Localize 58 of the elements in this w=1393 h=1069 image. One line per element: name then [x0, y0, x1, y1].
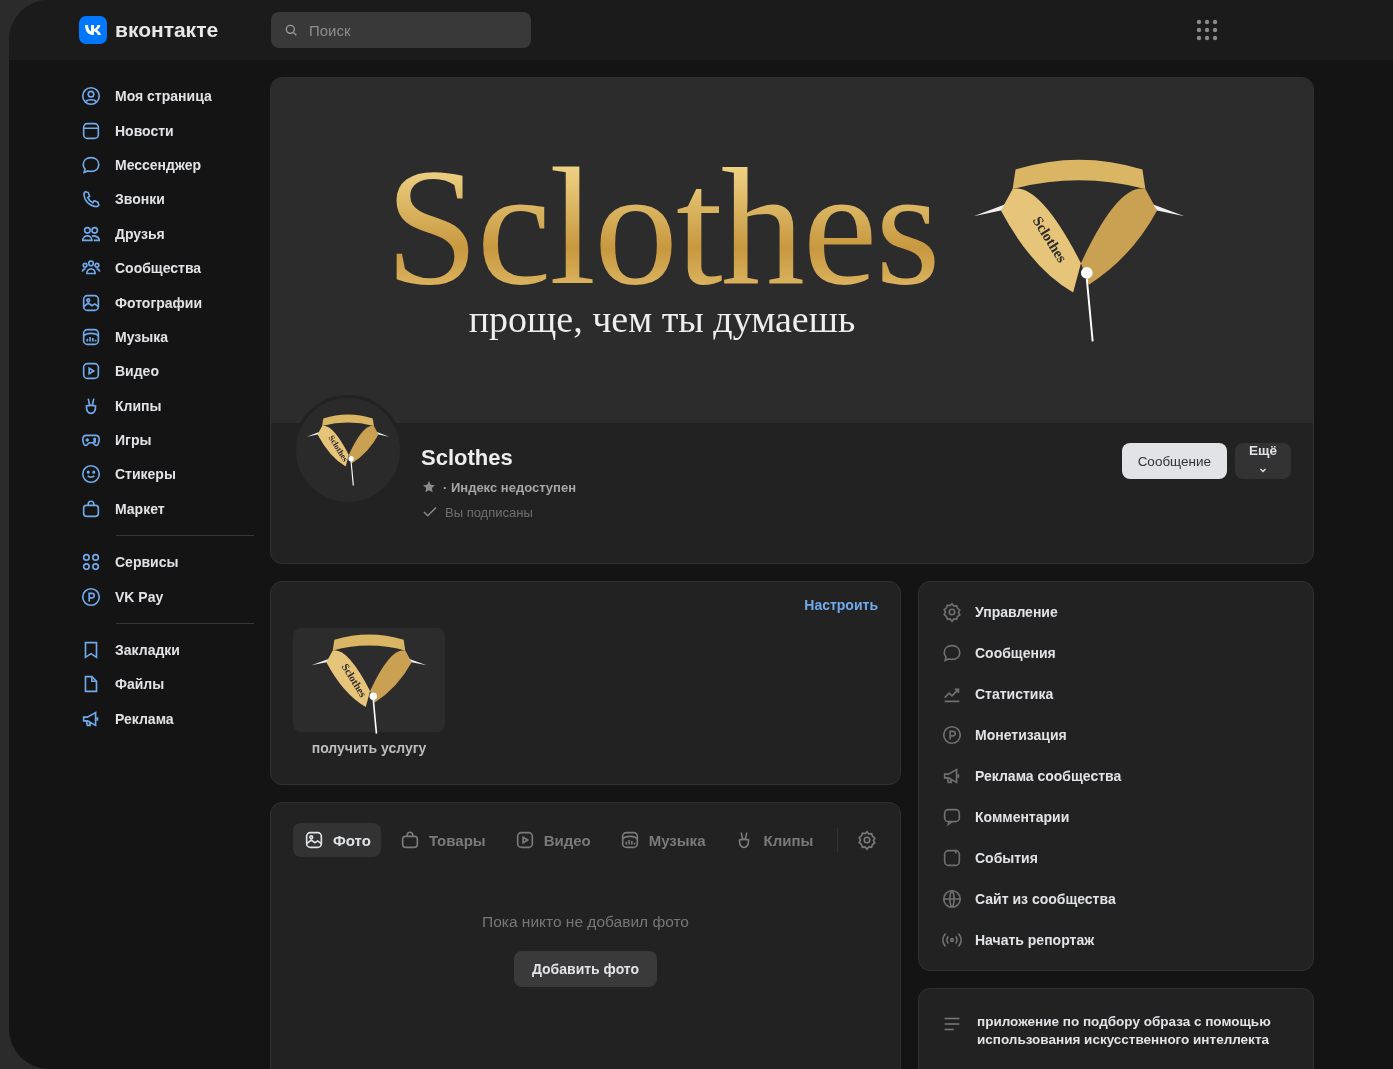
- menu-item[interactable]: Монетизация: [941, 714, 1291, 756]
- sidebar-item[interactable]: Закладки: [80, 632, 254, 668]
- menu-item[interactable]: Реклама сообщества: [941, 755, 1291, 797]
- sidebar-item[interactable]: Маркет: [80, 491, 254, 527]
- sidebar-item[interactable]: VK Pay: [80, 579, 254, 614]
- add-photo-button[interactable]: Добавить фото: [513, 951, 658, 987]
- menu-item[interactable]: Комментарии: [941, 796, 1291, 838]
- menu-item[interactable]: Управление: [941, 591, 1291, 633]
- rating-text: · Индекс недоступен: [443, 479, 576, 495]
- user-circle-icon: [80, 85, 102, 108]
- menu-item[interactable]: Сообщения: [941, 632, 1291, 674]
- sidebar-item[interactable]: Мессенджер: [80, 147, 254, 183]
- media-tab[interactable]: Видео: [503, 823, 601, 857]
- subscription-status: Вы подписаны: [445, 504, 533, 520]
- apps-grid-icon[interactable]: [1196, 19, 1218, 41]
- search-field[interactable]: Поиск: [271, 12, 531, 48]
- menu-item[interactable]: Сайт из сообщества: [941, 878, 1291, 920]
- menu-item[interactable]: События: [941, 837, 1291, 879]
- community-name: Sclothes: [421, 445, 514, 471]
- smiley-icon: [80, 463, 102, 486]
- sidebar-item[interactable]: Моя страница: [80, 79, 254, 114]
- settings-icon: [941, 600, 963, 623]
- menu-item[interactable]: Начать репортаж: [941, 919, 1291, 961]
- sidebar-item[interactable]: Новости: [80, 113, 254, 148]
- configure-link[interactable]: Настроить: [804, 597, 878, 613]
- media-tab[interactable]: Клипы: [723, 823, 824, 857]
- sidebar-item[interactable]: Фотографии: [80, 285, 254, 320]
- sidebar-item[interactable]: Сообщества: [80, 250, 254, 286]
- logo-icon[interactable]: [79, 16, 107, 44]
- menu-item[interactable]: Статистика: [941, 673, 1291, 715]
- sidebar-item[interactable]: Файлы: [80, 667, 254, 702]
- star-icon: [421, 479, 437, 495]
- brand-name: вконтакте: [115, 18, 219, 42]
- sidebar-item[interactable]: Музыка: [80, 319, 254, 355]
- message-button[interactable]: Сообщение: [1121, 443, 1228, 479]
- sidebar-item[interactable]: Звонки: [80, 182, 254, 217]
- media-tab[interactable]: Фото: [293, 823, 381, 857]
- coin-icon: [80, 585, 102, 608]
- sidebar-item[interactable]: Видео: [80, 354, 254, 389]
- sidebar-item[interactable]: Игры: [80, 422, 254, 458]
- empty-state-text: Пока никто не добавил фото: [482, 913, 689, 931]
- service-label: получить услугу: [311, 740, 427, 756]
- media-tab[interactable]: Товары: [388, 823, 496, 857]
- community-description: приложение по подбору образа с помощью использования искусственного интеллекта: [977, 1012, 1272, 1049]
- settings-icon[interactable]: [856, 829, 878, 851]
- photo-icon: [303, 829, 325, 851]
- globe-icon: [941, 888, 963, 911]
- sidebar-item[interactable]: Реклама: [80, 701, 254, 737]
- sidebar-item[interactable]: Клипы: [80, 388, 254, 423]
- more-button[interactable]: Ещё: [1235, 443, 1291, 479]
- sidebar-item[interactable]: Сервисы: [80, 545, 254, 580]
- coin-icon: [941, 723, 963, 746]
- search-icon: [283, 22, 299, 38]
- sidebar-item[interactable]: Стикеры: [80, 457, 254, 492]
- sidebar-item[interactable]: Друзья: [80, 216, 254, 251]
- comment-icon: [941, 806, 963, 828]
- bag-icon: [80, 497, 102, 520]
- media-tab[interactable]: Музыка: [608, 823, 716, 857]
